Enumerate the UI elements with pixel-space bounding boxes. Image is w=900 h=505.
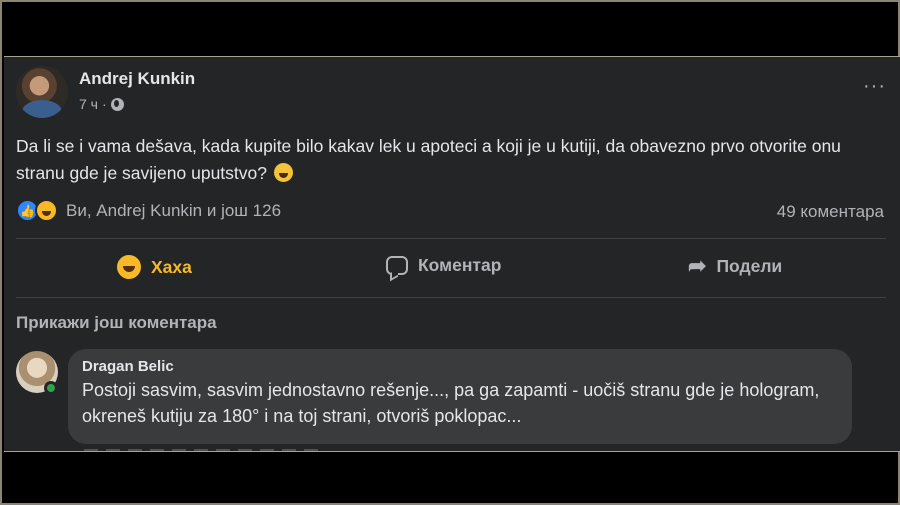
- haha-button-label: Хаха: [151, 256, 192, 277]
- share-button-label: Подели: [716, 255, 783, 276]
- share-icon: ➦: [688, 253, 707, 278]
- comments-count[interactable]: 49 коментара: [777, 202, 884, 222]
- meta-separator: ·: [101, 96, 107, 112]
- divider: [16, 238, 886, 239]
- comment-author-name[interactable]: Dragan Belic: [82, 358, 838, 375]
- post-text-content: Da li se i vama dešava, kada kupite bilo…: [16, 136, 841, 183]
- more-options-icon[interactable]: ···: [863, 75, 886, 98]
- comment-button-label: Коментар: [418, 255, 502, 275]
- comment-actions-cut-off: [84, 449, 324, 451]
- screenshot-frame: Andrej Kunkin 7 ч · ··· Da li se i vama …: [0, 0, 900, 505]
- comment-bubble: Dragan Belic Postoji sasvim, sasvim jedn…: [68, 349, 852, 444]
- show-more-comments-link[interactable]: Прикажи још коментара: [16, 313, 217, 333]
- post-author-name[interactable]: Andrej Kunkin: [79, 69, 195, 89]
- share-button[interactable]: ➦ Подели: [688, 255, 782, 277]
- comment-button[interactable]: Коментар: [386, 255, 501, 276]
- public-globe-icon: [110, 97, 124, 111]
- haha-reaction-icon: [35, 199, 58, 222]
- online-status-icon: [44, 381, 58, 395]
- reactions-summary[interactable]: 👍 Ви, Andrej Kunkin и још 126: [16, 199, 281, 222]
- grinning-squinting-face-icon: [273, 163, 293, 182]
- post-text: Da li se i vama dešava, kada kupite bilo…: [16, 133, 886, 187]
- post-meta: 7 ч ·: [79, 96, 124, 112]
- facebook-post: Andrej Kunkin 7 ч · ··· Da li se i vama …: [4, 56, 900, 452]
- comment-text: Postoji sasvim, sasvim jednostavno rešen…: [82, 380, 820, 426]
- haha-button[interactable]: Хаха: [117, 255, 192, 279]
- post-time[interactable]: 7 ч: [79, 96, 98, 112]
- reactions-text: Ви, Andrej Kunkin и још 126: [66, 200, 282, 220]
- author-avatar[interactable]: [16, 66, 68, 118]
- divider: [16, 297, 886, 298]
- haha-icon: [117, 255, 141, 279]
- comment-icon: [386, 256, 408, 275]
